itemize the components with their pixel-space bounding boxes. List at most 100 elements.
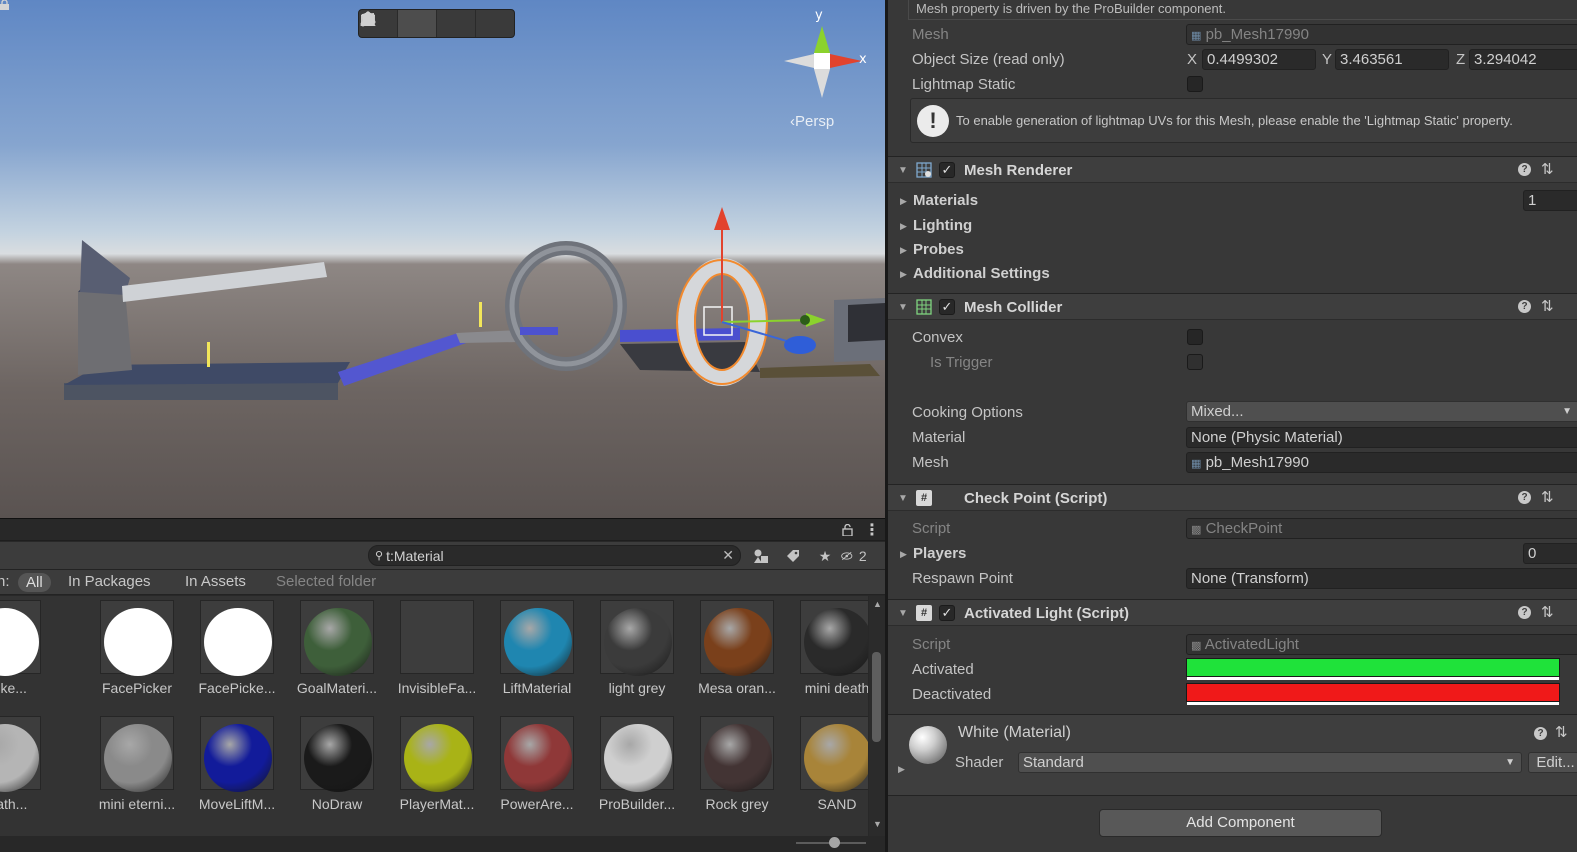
respawn-point-field[interactable]: None (Transform) <box>1186 568 1577 589</box>
marker-pole[interactable] <box>207 342 210 367</box>
asset-thumbnail <box>600 600 674 676</box>
lightmap-static-label: Lightmap Static <box>912 76 1016 93</box>
move-axis-x[interactable] <box>721 319 811 323</box>
size-y-field[interactable]: 3.463561 <box>1335 49 1449 70</box>
search-icon: ⚲ <box>375 550 384 562</box>
orient-negy-cone[interactable] <box>814 69 830 98</box>
move-handle-x[interactable] <box>800 315 810 325</box>
move-arrow-y[interactable] <box>714 207 730 230</box>
deactivated-color-field[interactable] <box>1186 683 1560 705</box>
preset-settings-icon[interactable]: ⇅ <box>1541 160 1554 178</box>
mesh-renderer-enabled-checkbox[interactable]: ✓ <box>939 162 955 178</box>
track-base-far[interactable] <box>760 364 880 378</box>
orient-negx-cone[interactable] <box>784 54 814 68</box>
materials-label[interactable]: Materials <box>913 192 978 209</box>
additional-settings-label[interactable]: Additional Settings <box>913 265 1050 282</box>
foldout-arrow-icon[interactable]: ▼ <box>898 608 908 619</box>
scope-selected-folder-button[interactable]: Selected folder <box>276 573 376 590</box>
probes-foldout-icon[interactable]: ▶ <box>900 245 907 256</box>
help-icon[interactable]: ? <box>1518 491 1531 504</box>
tower-block[interactable] <box>78 290 132 375</box>
is-trigger-label: Is Trigger <box>930 354 993 371</box>
clear-search-icon[interactable]: ✕ <box>722 547 734 564</box>
search-by-type-icon[interactable] <box>745 545 777 567</box>
scope-all-button[interactable]: All <box>18 573 51 592</box>
shader-dropdown[interactable]: Standard ▼ <box>1018 752 1522 773</box>
beam-bar[interactable] <box>122 262 327 302</box>
lighting-label[interactable]: Lighting <box>913 217 972 234</box>
scope-in-assets-button[interactable]: In Assets <box>185 573 246 590</box>
search-input[interactable]: ⚲ t:Material ✕ <box>368 545 741 566</box>
help-icon[interactable]: ? <box>1518 163 1531 176</box>
projection-label: Persp <box>795 113 835 130</box>
scroll-up-arrow-icon[interactable]: ▲ <box>873 599 882 609</box>
activated-light-header[interactable]: ▼ # ✓ Activated Light (Script) ? ⇅ <box>888 599 1577 626</box>
players-label[interactable]: Players <box>913 545 966 562</box>
hidden-packages-toggle[interactable]: 2 <box>841 545 873 567</box>
foldout-arrow-icon[interactable]: ▼ <box>898 493 908 504</box>
activated-light-enabled-checkbox[interactable]: ✓ <box>939 605 955 621</box>
probes-label[interactable]: Probes <box>913 241 964 258</box>
search-by-label-icon[interactable] <box>777 545 809 567</box>
track-piece[interactable] <box>520 327 558 335</box>
size-z-field[interactable]: 3.294042 <box>1469 49 1577 70</box>
mesh-collider-header[interactable]: ▼ ✓ Mesh Collider ? ⇅ <box>888 293 1577 320</box>
mesh-renderer-title: Mesh Renderer <box>964 162 1073 179</box>
edge-mode-button[interactable] <box>360 10 476 37</box>
scrollbar-thumb[interactable] <box>872 652 881 742</box>
floor-slab[interactable] <box>64 383 338 400</box>
orient-center-cube[interactable] <box>814 53 830 69</box>
lightmap-static-toggle[interactable] <box>1187 76 1203 92</box>
mesh-renderer-header[interactable]: ▼ ✓ Mesh Renderer ? ⇅ <box>888 156 1577 183</box>
help-icon[interactable]: ? <box>1534 727 1547 740</box>
mesh-collider-enabled-checkbox[interactable]: ✓ <box>939 299 955 315</box>
favorite-star-icon[interactable]: ★ <box>809 545 841 567</box>
scope-in-packages-button[interactable]: In Packages <box>68 573 151 590</box>
additional-settings-foldout-icon[interactable]: ▶ <box>900 269 907 280</box>
foldout-arrow-icon[interactable]: ▼ <box>898 165 908 176</box>
orient-y-cone[interactable] <box>814 26 830 53</box>
preset-settings-icon[interactable]: ⇅ <box>1541 488 1554 506</box>
size-x-field[interactable]: 0.4499302 <box>1202 49 1316 70</box>
preset-settings-icon[interactable]: ⇅ <box>1541 297 1554 315</box>
marker-pole[interactable] <box>479 302 482 327</box>
projection-toggle[interactable]: ‹Persp <box>790 113 834 130</box>
help-icon[interactable]: ? <box>1518 606 1531 619</box>
players-foldout-icon[interactable]: ▶ <box>900 549 907 560</box>
asset-grid-scrollbar[interactable]: ▲ ▼ <box>869 596 885 836</box>
orient-x-cone[interactable] <box>830 54 862 68</box>
collider-mesh-field[interactable]: ▦ pb_Mesh17990 <box>1186 452 1577 473</box>
material-foldout-icon[interactable]: ▶ <box>898 764 905 775</box>
add-component-button[interactable]: Add Component <box>1099 809 1382 837</box>
preset-settings-icon[interactable]: ⇅ <box>1555 723 1568 741</box>
scroll-down-arrow-icon[interactable]: ▼ <box>873 819 882 829</box>
lightmap-help-text: To enable generation of lightmap UVs for… <box>956 113 1513 128</box>
materials-size-field[interactable]: 1 <box>1523 190 1577 211</box>
project-search-row: ⚲ t:Material ✕ ★ 2 <box>0 542 885 570</box>
activated-color-field[interactable] <box>1186 658 1560 680</box>
scene-geometry[interactable] <box>0 0 885 518</box>
thumbnail-size-slider[interactable] <box>796 837 866 848</box>
check-point-header[interactable]: ▼ # Check Point (Script) ? ⇅ <box>888 484 1577 511</box>
scene-view[interactable]: y x ‹Persp <box>0 0 885 518</box>
lock-icon[interactable] <box>842 524 853 536</box>
ramp[interactable] <box>338 333 466 386</box>
help-icon[interactable]: ? <box>1518 300 1531 313</box>
collider-material-field[interactable]: None (Physic Material) <box>1186 427 1577 448</box>
cooking-options-dropdown[interactable]: Mixed... ▼ <box>1186 401 1577 422</box>
players-size-field[interactable]: 0 <box>1523 543 1577 564</box>
check-point-title: Check Point (Script) <box>964 490 1108 507</box>
lighting-foldout-icon[interactable]: ▶ <box>900 221 907 232</box>
materials-foldout-icon[interactable]: ▶ <box>900 196 907 207</box>
preset-settings-icon[interactable]: ⇅ <box>1541 603 1554 621</box>
slider-knob[interactable] <box>829 837 840 848</box>
vertex-mode-button[interactable] <box>360 10 437 37</box>
move-arrow-z[interactable] <box>784 336 816 354</box>
shader-edit-button[interactable]: Edit... <box>1528 752 1577 773</box>
lock-icon[interactable] <box>0 0 9 10</box>
face-mode-button[interactable] <box>362 10 514 37</box>
foldout-arrow-icon[interactable]: ▼ <box>898 302 908 313</box>
convex-toggle[interactable] <box>1187 329 1203 345</box>
kebab-menu-icon[interactable]: ⋮ <box>864 520 880 540</box>
asset-label: NoDraw <box>311 796 363 812</box>
